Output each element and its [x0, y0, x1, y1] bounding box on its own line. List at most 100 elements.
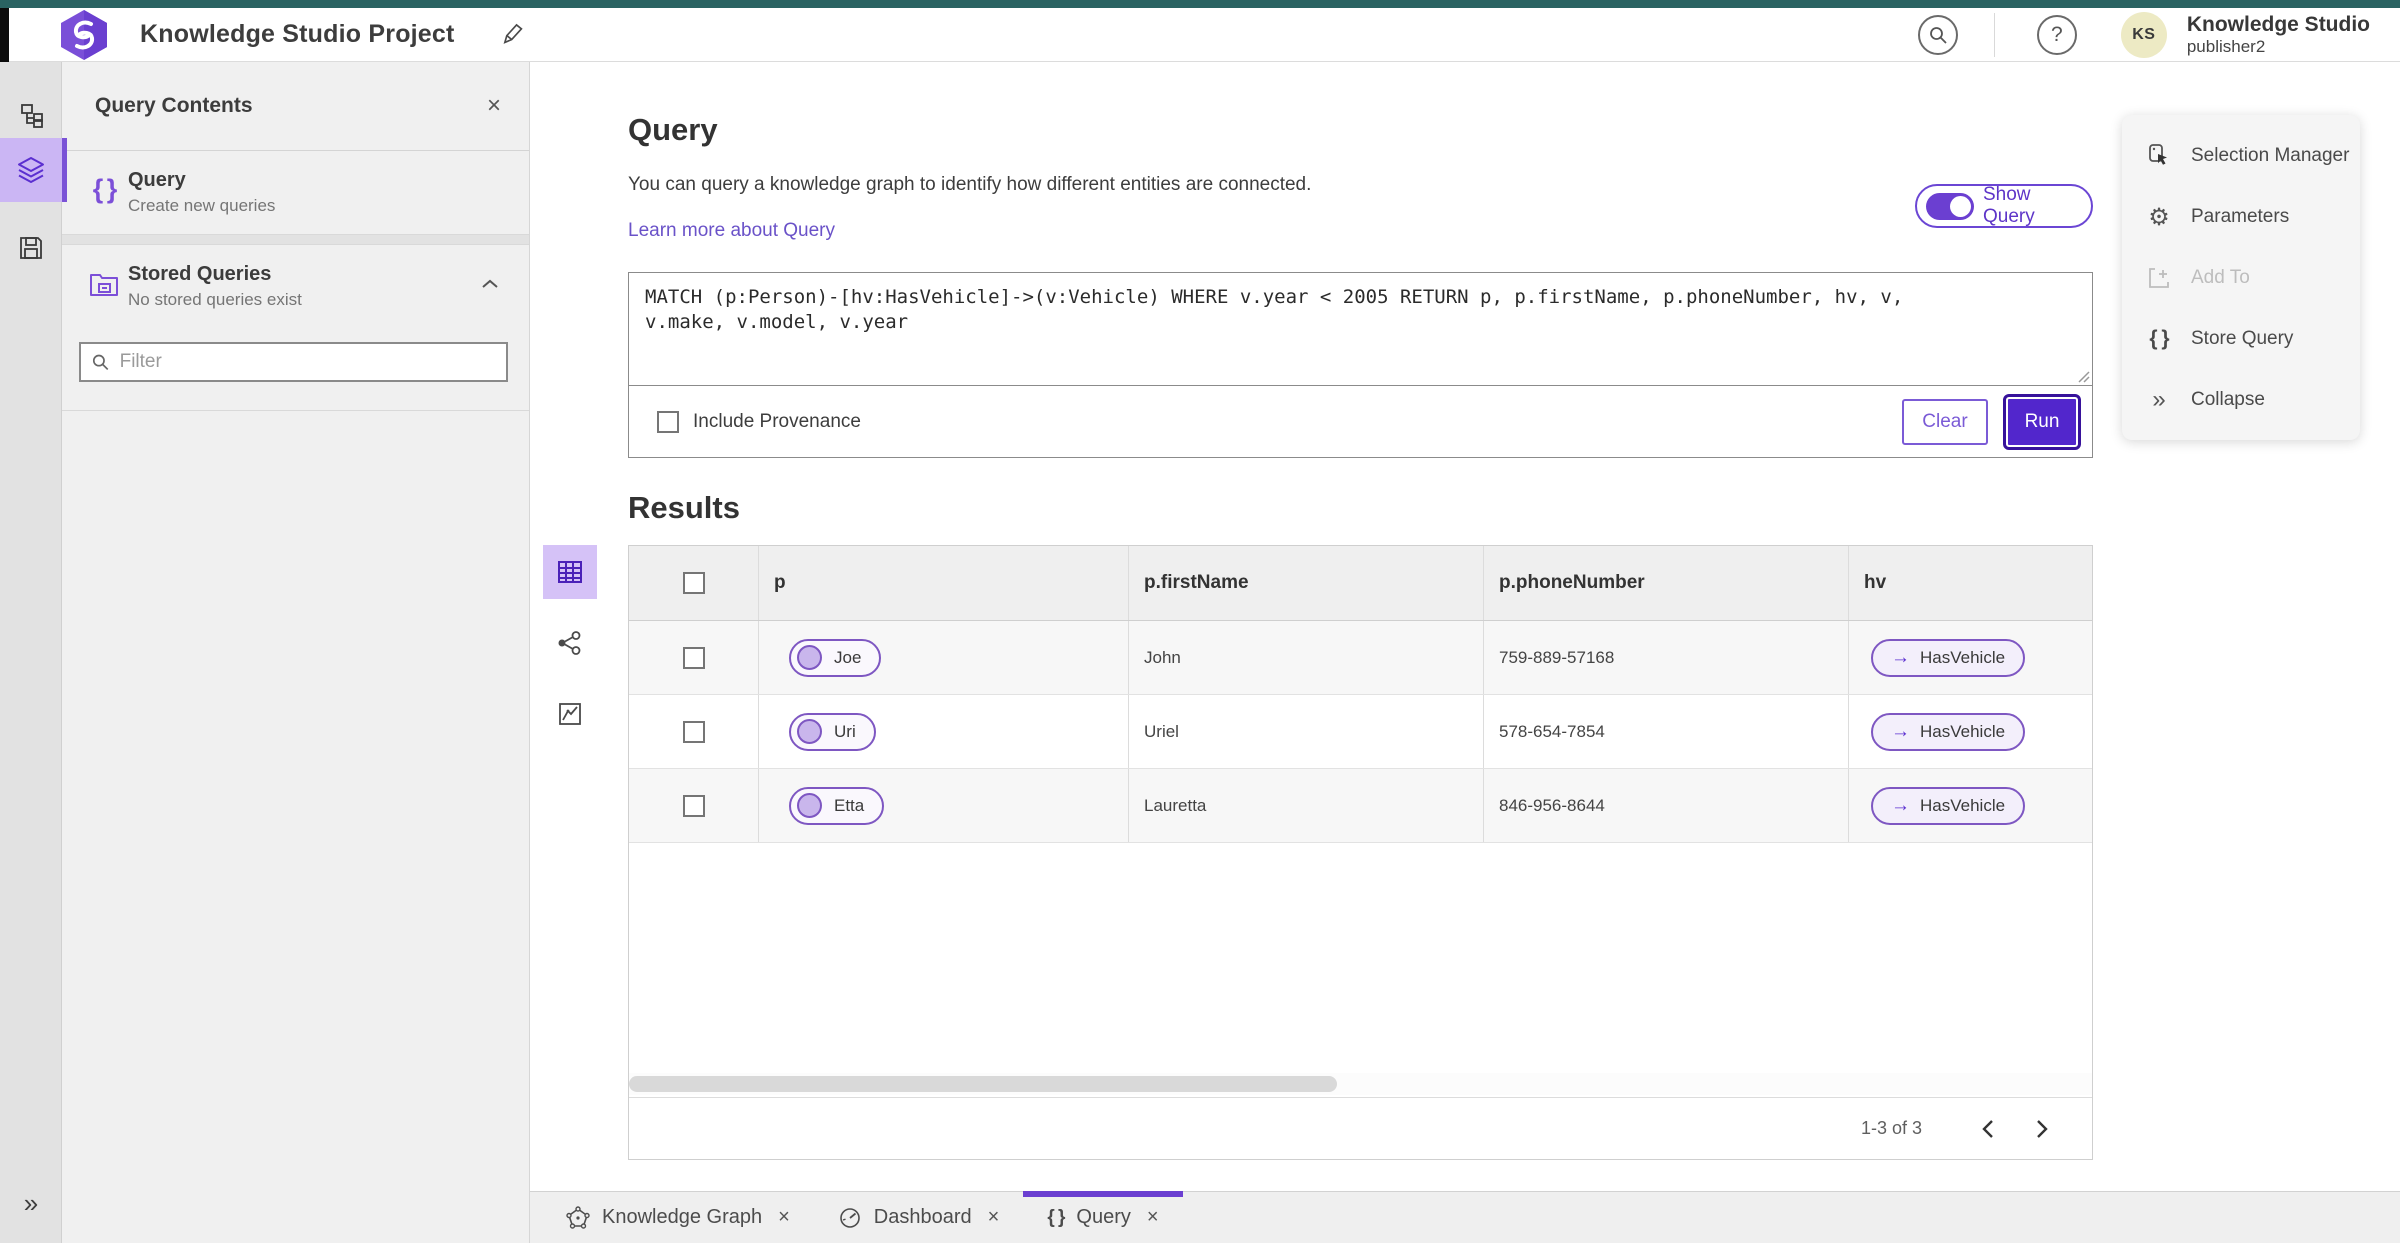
page-description: You can query a knowledge graph to ident…	[628, 174, 1312, 195]
help-button[interactable]: ?	[2036, 14, 2077, 55]
edge-pill[interactable]: → HasVehicle	[1871, 786, 2026, 825]
model-hierarchy-button[interactable]	[0, 88, 62, 144]
results-title: Results	[628, 490, 740, 525]
tab-knowledge-graph[interactable]: Knowledge Graph ×	[542, 1192, 814, 1243]
user-avatar[interactable]: KS	[2120, 11, 2167, 58]
horizontal-scrollbar[interactable]	[629, 1073, 2092, 1095]
pagination-bar: 1-3 of 3	[629, 1097, 2092, 1159]
results-table: p p.firstName p.phoneNumber hv Joe John …	[628, 545, 2093, 1160]
chevron-left-icon	[1982, 1119, 1993, 1138]
query-workspace: Query You can query a knowledge graph to…	[530, 62, 2400, 1191]
dashboard-gauge-icon	[838, 1206, 862, 1230]
query-actions-menu: Selection Manager ⚙ Parameters Add To { …	[2122, 115, 2360, 440]
phone-cell: 846-956-8644	[1484, 769, 1849, 842]
knowledge-studio-app: Knowledge Studio Project ? KS Knowledge …	[0, 0, 2400, 1243]
row-checkbox[interactable]	[682, 794, 705, 817]
query-textarea[interactable]: MATCH (p:Person)-[hv:HasVehicle]->(v:Veh…	[629, 273, 2092, 386]
node-dot-icon	[797, 793, 822, 818]
close-tab-icon[interactable]: ×	[1147, 1206, 1159, 1229]
chart-view-button[interactable]	[543, 687, 597, 741]
expand-rail-button[interactable]: »	[0, 1188, 62, 1219]
tab-query[interactable]: { } Query ×	[1023, 1191, 1183, 1243]
next-page-button[interactable]	[2022, 1109, 2062, 1149]
panel-item-subtitle: No stored queries exist	[128, 290, 302, 309]
window-top-strip	[0, 0, 2400, 8]
learn-more-link[interactable]: Learn more about Query	[628, 220, 835, 242]
store-query-item[interactable]: { } Store Query	[2122, 308, 2360, 369]
query-editor-box: MATCH (p:Person)-[hv:HasVehicle]->(v:Veh…	[628, 272, 2093, 458]
scrollbar-thumb[interactable]	[629, 1076, 1337, 1092]
edit-title-icon[interactable]	[499, 22, 525, 48]
show-query-label: Show Query	[1983, 184, 2035, 227]
column-header-phonenumber[interactable]: p.phoneNumber	[1484, 546, 1849, 620]
help-icon: ?	[2051, 22, 2063, 46]
toggle-knob	[1950, 195, 1971, 217]
row-checkbox[interactable]	[682, 646, 705, 669]
table-view-button[interactable]	[543, 545, 597, 599]
panel-header: Query Contents ×	[62, 62, 529, 151]
graph-view-button[interactable]	[543, 616, 597, 670]
save-button[interactable]	[0, 220, 62, 276]
search-button[interactable]	[1917, 14, 1958, 55]
close-tab-icon[interactable]: ×	[988, 1206, 1000, 1229]
edge-pill[interactable]: → HasVehicle	[1871, 638, 2026, 677]
column-header-p[interactable]: p	[759, 546, 1129, 620]
person-node-pill[interactable]: Etta	[789, 786, 885, 825]
previous-page-button[interactable]	[1968, 1109, 2008, 1149]
collapse-section-chevron[interactable]	[481, 277, 499, 295]
braces-icon: { }	[1047, 1206, 1065, 1228]
user-block: Knowledge Studio publisher2	[2187, 13, 2370, 57]
edge-pill[interactable]: → HasVehicle	[1871, 712, 2026, 751]
row-checkbox[interactable]	[682, 720, 705, 743]
collapse-menu-item[interactable]: » Collapse	[2122, 369, 2360, 430]
edge-arrow-icon: →	[1891, 720, 1910, 742]
selection-manager-item[interactable]: Selection Manager	[2122, 125, 2360, 186]
include-provenance-checkbox[interactable]	[657, 410, 679, 433]
results-view-switcher	[543, 545, 597, 758]
query-layers-button[interactable]	[0, 138, 62, 202]
panel-item-title: Query	[128, 169, 186, 191]
select-all-checkbox[interactable]	[682, 572, 705, 594]
tab-dashboard[interactable]: Dashboard ×	[814, 1192, 1024, 1243]
include-provenance-label: Include Provenance	[693, 410, 861, 432]
collapse-icon: »	[2152, 385, 2166, 413]
save-icon	[20, 237, 42, 259]
phone-cell: 759-889-57168	[1484, 621, 1849, 694]
panel-item-stored-queries[interactable]: Stored Queries No stored queries exist	[62, 245, 529, 328]
filter-input[interactable]	[119, 351, 496, 373]
person-node-pill[interactable]: Joe	[789, 638, 882, 677]
close-tab-icon[interactable]: ×	[778, 1206, 790, 1229]
phone-cell: 578-654-7854	[1484, 695, 1849, 768]
parameters-item[interactable]: ⚙ Parameters	[2122, 186, 2360, 247]
close-panel-icon[interactable]: ×	[487, 94, 501, 118]
toggle-switch[interactable]	[1926, 192, 1974, 220]
table-row[interactable]: Etta Lauretta 846-956-8644 → HasVehicle	[629, 769, 2092, 843]
node-dot-icon	[797, 719, 822, 744]
document-tab-bar: Knowledge Graph × Dashboard × { } Query …	[530, 1191, 2400, 1243]
panel-item-query[interactable]: { } Query Create new queries	[62, 151, 529, 234]
panel-divider	[62, 410, 529, 411]
query-contents-panel: Query Contents × { } Query Create new qu…	[62, 62, 530, 1243]
table-row[interactable]: Joe John 759-889-57168 → HasVehicle	[629, 621, 2092, 695]
braces-icon: { }	[92, 173, 117, 204]
add-to-icon	[2144, 265, 2174, 291]
firstname-cell: John	[1129, 621, 1484, 694]
selection-manager-icon	[2144, 143, 2174, 169]
run-button[interactable]: Run	[2003, 393, 2081, 450]
resize-handle-icon[interactable]	[2076, 369, 2090, 383]
add-to-item: Add To	[2122, 247, 2360, 308]
firstname-cell: Uriel	[1129, 695, 1484, 768]
person-node-pill[interactable]: Uri	[789, 712, 876, 751]
layers-icon	[18, 157, 44, 183]
top-bar: Knowledge Studio Project ? KS Knowledge …	[0, 8, 2400, 62]
chevron-right-icon	[2037, 1119, 2048, 1138]
clear-button[interactable]: Clear	[1902, 398, 1988, 445]
gear-icon: ⚙	[2148, 202, 2170, 231]
column-header-hv[interactable]: hv	[1849, 546, 2092, 620]
show-query-toggle[interactable]: Show Query	[1915, 184, 2093, 228]
table-row[interactable]: Uri Uriel 578-654-7854 → HasVehicle	[629, 695, 2092, 769]
app-logo-icon	[61, 9, 107, 60]
firstname-cell: Lauretta	[1129, 769, 1484, 842]
braces-icon: { }	[2149, 326, 2169, 350]
column-header-firstname[interactable]: p.firstName	[1129, 546, 1484, 620]
